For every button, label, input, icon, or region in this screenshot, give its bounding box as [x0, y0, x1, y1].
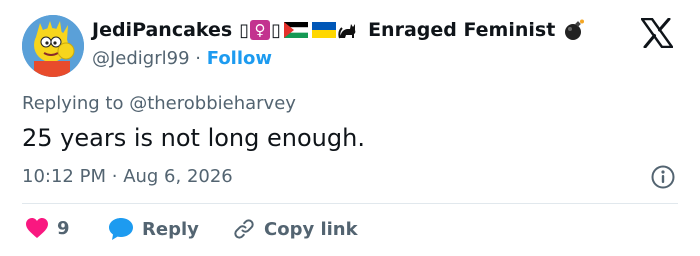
tweet-text: 25 years is not long enough.	[22, 124, 365, 152]
replying-to-handle[interactable]: @therobbieharvey	[129, 93, 296, 114]
timestamp-separator: ·	[111, 166, 118, 187]
author-handle-row: @Jedigrl99 · Follow	[92, 48, 272, 69]
reply-button[interactable]: Reply	[108, 217, 199, 241]
svg-text:♀: ♀	[255, 21, 266, 39]
author-avatar[interactable]	[22, 15, 84, 77]
copy-link-label: Copy link	[264, 218, 358, 240]
follow-button[interactable]: Follow	[207, 48, 272, 69]
author-handle[interactable]: @Jedigrl99	[92, 48, 190, 69]
handle-separator: ·	[195, 48, 202, 69]
reply-bubble-icon	[109, 218, 133, 240]
palestine-flag-icon	[284, 22, 309, 38]
tweet-date: Aug 6, 2026	[123, 166, 233, 187]
ukraine-flag-icon	[312, 22, 337, 38]
link-icon	[234, 219, 254, 239]
black-cat-icon	[338, 24, 356, 39]
actions-divider	[22, 203, 678, 204]
heart-icon	[26, 218, 48, 238]
reply-label: Reply	[142, 218, 199, 240]
replying-to-prefix: Replying to	[22, 93, 124, 114]
x-logo-icon[interactable]	[641, 18, 673, 48]
unsupported-glyph-1: ▯	[239, 19, 250, 41]
copy-link-button[interactable]: Copy link	[232, 217, 358, 241]
avatar-illustration	[22, 15, 84, 77]
replying-to: Replying to @therobbieharvey	[22, 93, 296, 114]
display-name-text: JediPancakes	[92, 19, 233, 41]
like-button[interactable]: 9	[25, 217, 70, 239]
unsupported-glyph-2: ▯	[271, 19, 282, 41]
display-name-suffix: Enraged Feminist	[368, 19, 556, 41]
female-sign-icon: ♀	[250, 20, 271, 40]
bomb-icon	[565, 19, 585, 40]
tweet-time: 10:12 PM	[22, 166, 106, 187]
tweet-timestamp[interactable]: 10:12 PM · Aug 6, 2026	[22, 166, 233, 187]
like-count: 9	[57, 217, 70, 239]
info-icon[interactable]	[650, 164, 676, 190]
author-display-name[interactable]: JediPancakes ▯ ♀ ▯ Enraged Feminist	[92, 19, 585, 41]
